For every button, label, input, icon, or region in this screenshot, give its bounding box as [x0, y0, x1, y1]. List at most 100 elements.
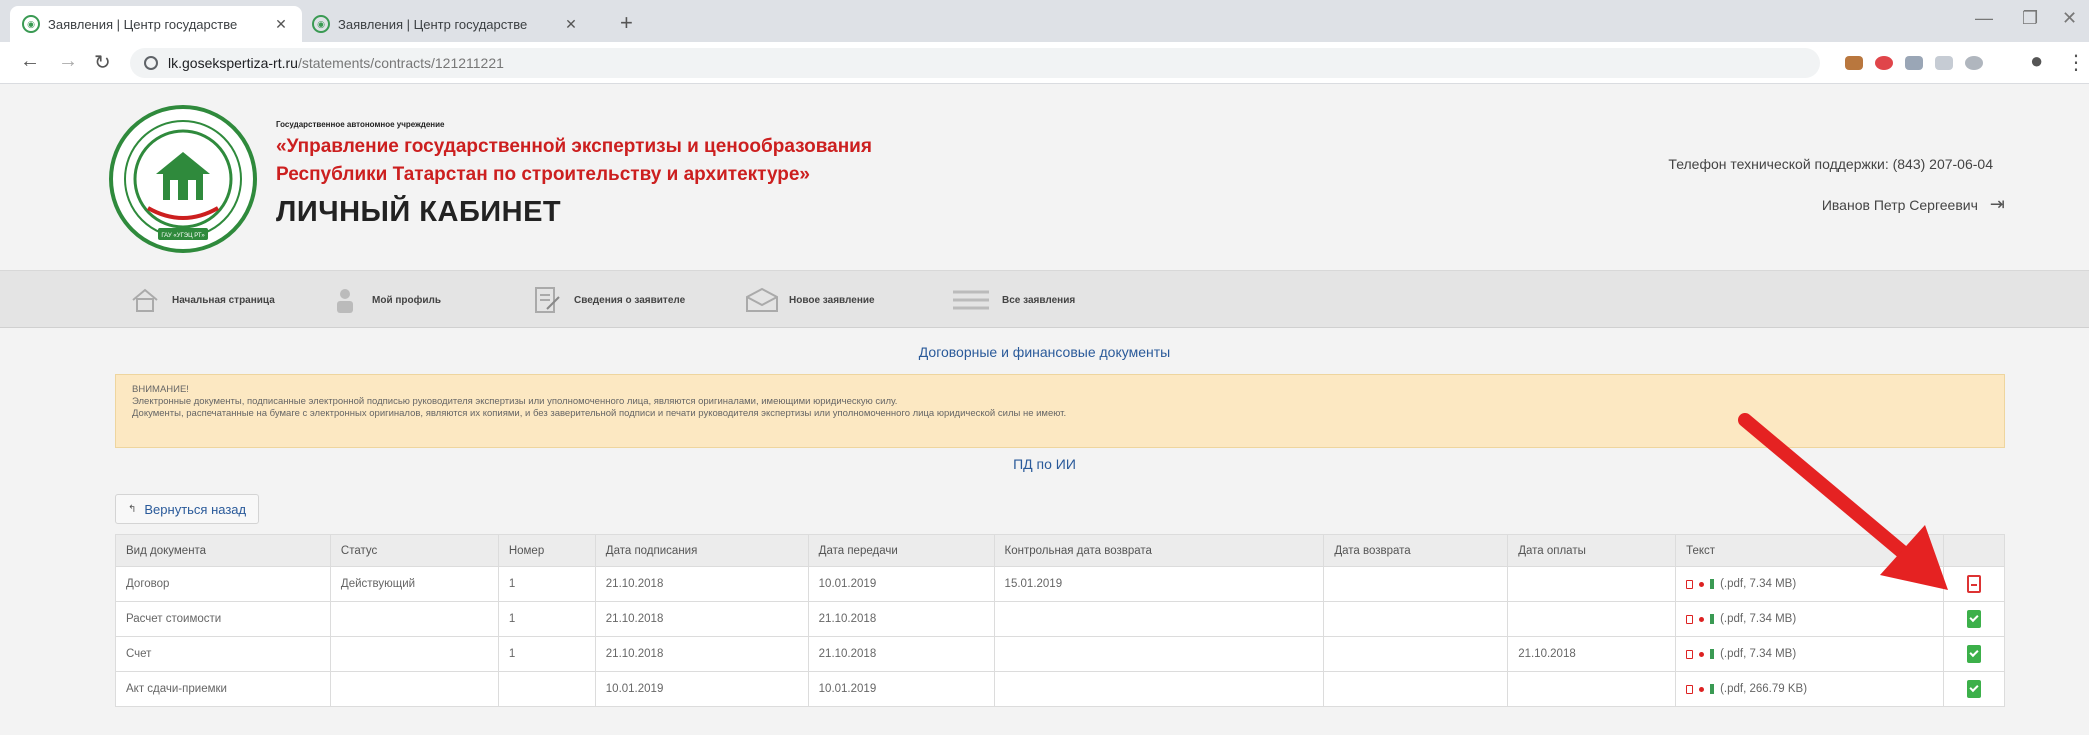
cell-file: (.pdf, 266.79 KB) [1675, 671, 1944, 707]
signature-icon[interactable] [1699, 651, 1705, 657]
cell-signed: 21.10.2018 [594, 601, 809, 637]
cell-returned [1323, 671, 1509, 707]
cell-signed: 21.10.2018 [594, 636, 809, 672]
cell-returned [1323, 636, 1509, 672]
signature-icon[interactable] [1699, 686, 1705, 692]
cell-returned [1323, 566, 1509, 602]
signed-document-icon[interactable] [1966, 645, 1981, 663]
new-tab-button[interactable]: + [620, 12, 633, 34]
pdf-icon[interactable] [1686, 649, 1694, 659]
logout-icon[interactable]: ⇥ [1990, 194, 2005, 215]
menu-item-profile[interactable]: Мой профиль [328, 271, 441, 329]
minimize-icon[interactable]: — [1975, 8, 1993, 29]
menu-item-label: Сведения о заявителе [574, 294, 686, 306]
browser-toolbar: ← → ↻ lk.gosekspertiza-rt.ru /statements… [0, 42, 2089, 84]
back-button-label: Вернуться назад [144, 501, 247, 517]
alert-title: ВНИМАНИЕ! [132, 384, 189, 395]
table-row: Акт сдачи-приемки 10.01.2019 10.01.2019 … [115, 671, 2006, 707]
url-host: lk.gosekspertiza-rt.ru [168, 55, 298, 71]
cell-type: Договор [115, 566, 331, 602]
download-icon[interactable] [1710, 614, 1715, 624]
menu-dots-icon[interactable]: ⋮ [2066, 50, 2086, 75]
reload-icon[interactable]: ↻ [94, 50, 111, 75]
signature-icon[interactable] [1699, 581, 1705, 587]
back-arrow-icon: ↰ [128, 503, 137, 515]
section-title: Договорные и финансовые документы [918, 344, 1171, 360]
page-content: ГАУ «УГЭЦ РТ» Государственное автономное… [0, 84, 2089, 735]
documents-table: Вид документа Статус Номер Дата подписан… [115, 534, 2006, 707]
menu-item-all-applications[interactable]: Все заявления [950, 271, 1075, 329]
column-header: Дата оплаты [1507, 534, 1677, 567]
support-phone: Телефон технической поддержки: (843) 207… [1668, 156, 1993, 172]
signed-document-icon[interactable] [1966, 680, 1981, 698]
menu-item-home[interactable]: Начальная страница [128, 271, 275, 329]
cell-transferred: 21.10.2018 [807, 636, 995, 672]
menu-item-label: Начальная страница [172, 294, 275, 306]
column-header: Статус [329, 534, 499, 567]
file-info[interactable]: (.pdf, 266.79 KB) [1720, 683, 1807, 695]
extension-icon[interactable] [1935, 56, 1953, 70]
cell-action [1942, 601, 2006, 637]
back-arrow-icon[interactable]: ← [20, 50, 40, 73]
cell-file: (.pdf, 7.34 MB) [1675, 566, 1944, 602]
column-header: Дата возврата [1323, 534, 1509, 567]
cell-transferred: 21.10.2018 [807, 601, 995, 637]
extension-icon[interactable] [1905, 56, 1923, 70]
cell-status [329, 671, 499, 707]
cell-type: Расчет стоимости [115, 601, 331, 637]
cell-signed: 10.01.2019 [594, 671, 809, 707]
cell-status [329, 601, 499, 637]
file-info[interactable]: (.pdf, 7.34 MB) [1720, 648, 1796, 660]
cell-file: (.pdf, 7.34 MB) [1675, 636, 1944, 672]
sign-document-icon[interactable] [1966, 575, 1981, 593]
pdf-icon[interactable] [1686, 684, 1694, 694]
column-header: Текст [1675, 534, 1944, 567]
browser-tab-1[interactable]: ◉ Заявления | Центр государстве ✕ [10, 6, 302, 42]
pdf-icon[interactable] [1686, 579, 1694, 589]
menu-item-label: Мой профиль [372, 294, 442, 306]
file-info[interactable]: (.pdf, 7.34 MB) [1720, 578, 1796, 590]
menu-item-applicant[interactable]: Сведения о заявителе [530, 271, 685, 329]
extension-icon[interactable] [1875, 56, 1893, 70]
cell-action [1942, 671, 2006, 707]
extension-icon[interactable] [1965, 56, 1983, 70]
download-icon[interactable] [1710, 684, 1715, 694]
site-info-icon[interactable] [144, 56, 158, 70]
column-header: Дата подписания [594, 534, 809, 567]
extension-icon[interactable] [1845, 56, 1863, 70]
forward-arrow-icon[interactable]: → [58, 50, 78, 73]
warning-alert: ВНИМАНИЕ! Электронные документы, подписа… [115, 374, 2005, 448]
signed-document-icon[interactable] [1966, 610, 1981, 628]
back-button[interactable]: ↰ Вернуться назад [115, 494, 260, 524]
cell-paid: 21.10.2018 [1507, 636, 1677, 672]
pdf-icon[interactable] [1686, 614, 1694, 624]
table-row: Договор Действующий 1 21.10.2018 10.01.2… [115, 566, 2006, 602]
column-header: Номер [497, 534, 596, 567]
browser-tab-2[interactable]: ◉ Заявления | Центр государстве ✕ [300, 6, 592, 42]
signature-icon[interactable] [1699, 616, 1705, 622]
tab-title: Заявления | Центр государстве [48, 16, 238, 32]
cell-transferred: 10.01.2019 [807, 671, 995, 707]
address-bar[interactable]: lk.gosekspertiza-rt.ru /statements/contr… [130, 48, 1820, 78]
download-icon[interactable] [1710, 649, 1715, 659]
profile-icon[interactable]: ● [2030, 48, 2043, 74]
org-name-line2: Республики Татарстан по строительству и … [276, 164, 810, 185]
file-info[interactable]: (.pdf, 7.34 MB) [1720, 613, 1796, 625]
close-window-icon[interactable]: ✕ [2062, 8, 2077, 29]
subsection-title: ПД по ИИ [1013, 456, 1076, 472]
user-name[interactable]: Иванов Петр Сергеевич [1822, 197, 1978, 213]
alert-text-1: Электронные документы, подписанные элект… [132, 396, 898, 407]
user-block: Иванов Петр Сергеевич ⇥ [1822, 194, 2005, 215]
close-tab-icon[interactable]: ✕ [562, 16, 580, 33]
maximize-icon[interactable]: ❐ [2022, 8, 2038, 29]
alert-text-2: Документы, распечатанные на бумаге с эле… [132, 408, 1067, 419]
cell-status: Действующий [329, 566, 499, 602]
home-icon [128, 285, 162, 315]
download-icon[interactable] [1710, 579, 1715, 589]
cell-file: (.pdf, 7.34 MB) [1675, 601, 1944, 637]
close-tab-icon[interactable]: ✕ [272, 16, 290, 33]
main-menu: Начальная страница Мой профиль Сведения … [0, 270, 2089, 328]
menu-item-new-application[interactable]: Новое заявление [745, 271, 875, 329]
cell-number: 1 [497, 566, 596, 602]
site-favicon-icon: ◉ [22, 15, 40, 33]
